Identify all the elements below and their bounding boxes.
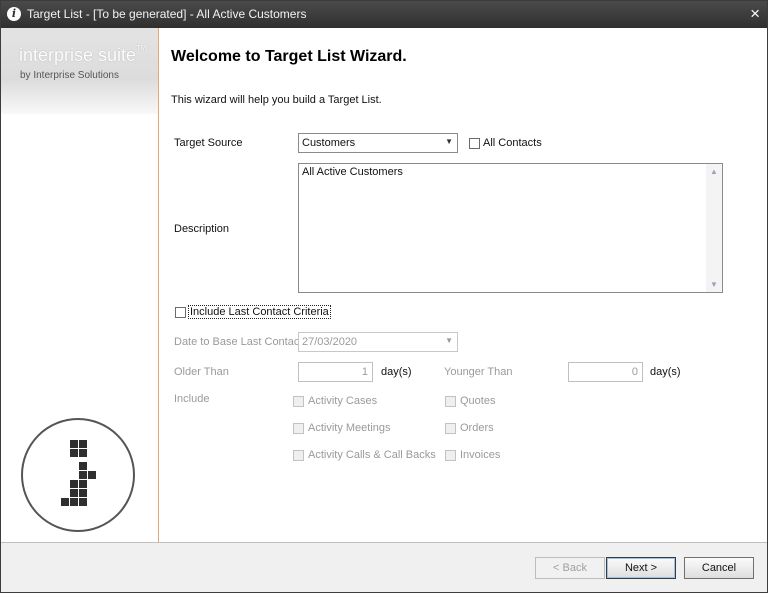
logo-subtitle: by Interprise Solutions <box>20 70 119 81</box>
activity-cases-label: Activity Cases <box>308 395 378 407</box>
logo-pixel <box>70 498 78 506</box>
younger-than-input[interactable]: 0 <box>568 362 643 382</box>
logo-pixel <box>79 471 87 479</box>
activity-meetings-checkbox[interactable] <box>293 423 304 434</box>
wizard-content: Welcome to Target List Wizard. This wiza… <box>159 28 767 542</box>
description-scrollbar[interactable]: ▲ ▼ <box>706 164 722 292</box>
logo-trademark: TM <box>136 45 147 52</box>
activity-calls-checkbox[interactable] <box>293 450 304 461</box>
window-title: Target List - [To be generated] - All Ac… <box>27 7 307 21</box>
all-contacts-checkbox[interactable] <box>469 138 480 149</box>
dropdown-arrow-icon[interactable]: ▼ <box>445 137 453 146</box>
dropdown-arrow-icon[interactable]: ▼ <box>445 336 453 345</box>
activity-calls-label: Activity Calls & Call Backs <box>308 449 436 461</box>
interprise-logo-icon <box>21 418 135 532</box>
description-textarea[interactable]: All Active Customers ▲ ▼ <box>298 163 723 293</box>
include-label: Include <box>174 393 210 405</box>
older-than-label: Older Than <box>174 366 229 378</box>
activity-meetings-label: Activity Meetings <box>308 422 391 434</box>
logo-pixel <box>79 449 87 457</box>
scroll-up-arrow-icon[interactable]: ▲ <box>710 167 718 176</box>
back-button[interactable]: < Back <box>535 557 605 579</box>
date-base-label: Date to Base Last Contact <box>174 336 303 348</box>
logo-pixel <box>79 480 87 488</box>
logo-text: interprise suiteTM <box>19 45 146 66</box>
cancel-button[interactable]: Cancel <box>684 557 754 579</box>
older-than-input[interactable]: 1 <box>298 362 373 382</box>
logo-pixel <box>79 489 87 497</box>
younger-than-unit: day(s) <box>650 366 681 378</box>
logo-banner: interprise suiteTM by Interprise Solutio… <box>1 28 158 114</box>
younger-than-label: Younger Than <box>444 366 513 378</box>
activity-cases-checkbox[interactable] <box>293 396 304 407</box>
invoices-checkbox[interactable] <box>445 450 456 461</box>
title-bar[interactable]: i Target List - [To be generated] - All … <box>1 1 767 28</box>
logo-pixel <box>70 480 78 488</box>
quotes-checkbox[interactable] <box>445 396 456 407</box>
include-last-contact-checkbox[interactable] <box>175 307 186 318</box>
logo-pixel <box>70 440 78 448</box>
date-base-value: 27/03/2020 <box>302 336 358 348</box>
logo-pixel <box>61 498 69 506</box>
include-last-contact-label[interactable]: Include Last Contact Criteria <box>188 305 331 319</box>
wizard-subtitle: This wizard will help you build a Target… <box>171 94 382 106</box>
wizard-sidebar: interprise suiteTM by Interprise Solutio… <box>1 28 159 542</box>
target-source-select[interactable]: Customers ▼ <box>298 133 458 153</box>
description-label: Description <box>174 223 230 235</box>
wizard-title: Welcome to Target List Wizard. <box>171 48 407 65</box>
target-source-value: Customers <box>302 137 356 149</box>
invoices-label: Invoices <box>460 449 501 461</box>
orders-label: Orders <box>460 422 494 434</box>
logo-pixel <box>79 462 87 470</box>
date-base-select[interactable]: 27/03/2020 ▼ <box>298 332 458 352</box>
wizard-window: i Target List - [To be generated] - All … <box>0 0 768 593</box>
target-source-label: Target Source <box>174 137 243 149</box>
close-icon[interactable]: × <box>750 4 760 24</box>
logo-name: interprise suite <box>19 45 137 65</box>
all-contacts-label: All Contacts <box>483 137 542 149</box>
info-icon: i <box>7 7 21 21</box>
older-than-unit: day(s) <box>381 366 412 378</box>
quotes-label: Quotes <box>460 395 496 407</box>
orders-checkbox[interactable] <box>445 423 456 434</box>
logo-pixel <box>88 471 96 479</box>
scroll-down-arrow-icon[interactable]: ▼ <box>710 280 718 289</box>
logo-pixel <box>79 498 87 506</box>
logo-pixel <box>79 440 87 448</box>
description-value: All Active Customers <box>302 166 403 178</box>
next-button[interactable]: Next > <box>606 557 676 579</box>
logo-pixel <box>70 489 78 497</box>
button-bar: < Back Next > Cancel <box>1 542 767 592</box>
logo-pixel <box>70 449 78 457</box>
